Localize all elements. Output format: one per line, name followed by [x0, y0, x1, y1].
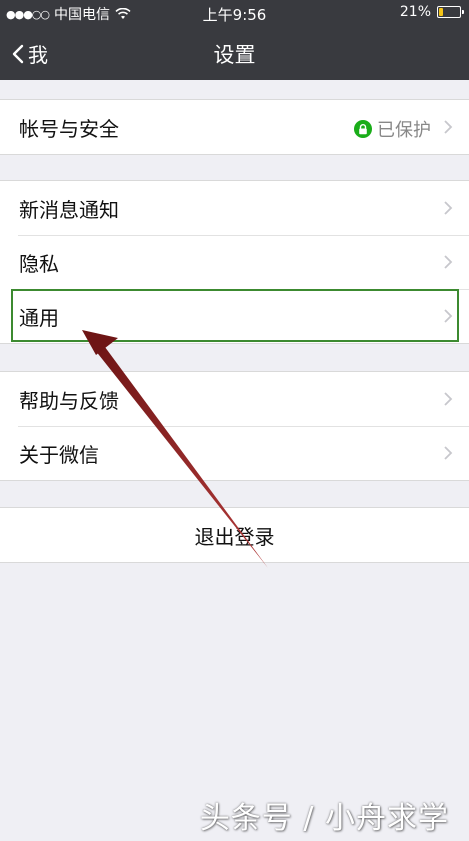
account-security-cell[interactable]: 帐号与安全 已保护: [0, 100, 469, 154]
privacy-label: 隐私: [19, 251, 59, 276]
help-feedback-label: 帮助与反馈: [19, 388, 119, 413]
chevron-right-icon: [444, 255, 453, 269]
help-feedback-cell[interactable]: 帮助与反馈: [0, 372, 469, 426]
account-group: 帐号与安全 已保护: [0, 99, 469, 155]
logout-label: 退出登录: [194, 524, 275, 549]
account-security-label: 帐号与安全: [19, 116, 119, 141]
lock-icon: [354, 120, 372, 138]
chevron-right-icon: [444, 201, 453, 215]
new-message-notification-cell[interactable]: 新消息通知: [0, 181, 469, 235]
new-message-notification-label: 新消息通知: [19, 197, 119, 222]
protect-status-label: 已保护: [377, 120, 431, 141]
general-cell[interactable]: 通用: [0, 289, 469, 343]
battery-percent: 21%: [399, 4, 431, 20]
battery-fill: [439, 8, 443, 16]
chevron-right-icon: [444, 120, 453, 134]
status-bar: ●●●○○ 中国电信 上午9:56 21%: [0, 0, 469, 26]
chevron-right-icon: [444, 309, 453, 323]
status-time: 上午9:56: [202, 6, 267, 24]
protect-status: 已保护: [354, 116, 431, 142]
chevron-right-icon: [444, 446, 453, 460]
chevron-right-icon: [444, 392, 453, 406]
privacy-cell[interactable]: 隐私: [0, 235, 469, 289]
battery-tip: [462, 10, 464, 14]
battery-icon: [437, 6, 464, 18]
general-label: 通用: [19, 305, 59, 330]
help-group: 帮助与反馈 关于微信: [0, 371, 469, 481]
about-wechat-label: 关于微信: [19, 442, 99, 467]
about-wechat-cell[interactable]: 关于微信: [0, 426, 469, 480]
watermark-text: 头条号 / 小舟求学: [199, 801, 449, 836]
logout-button[interactable]: 退出登录: [0, 507, 469, 563]
settings-group: 新消息通知 隐私 通用: [0, 180, 469, 344]
nav-bar: 我 设置: [0, 26, 469, 80]
status-right: 21%: [399, 4, 464, 20]
page-title: 设置: [213, 43, 256, 67]
